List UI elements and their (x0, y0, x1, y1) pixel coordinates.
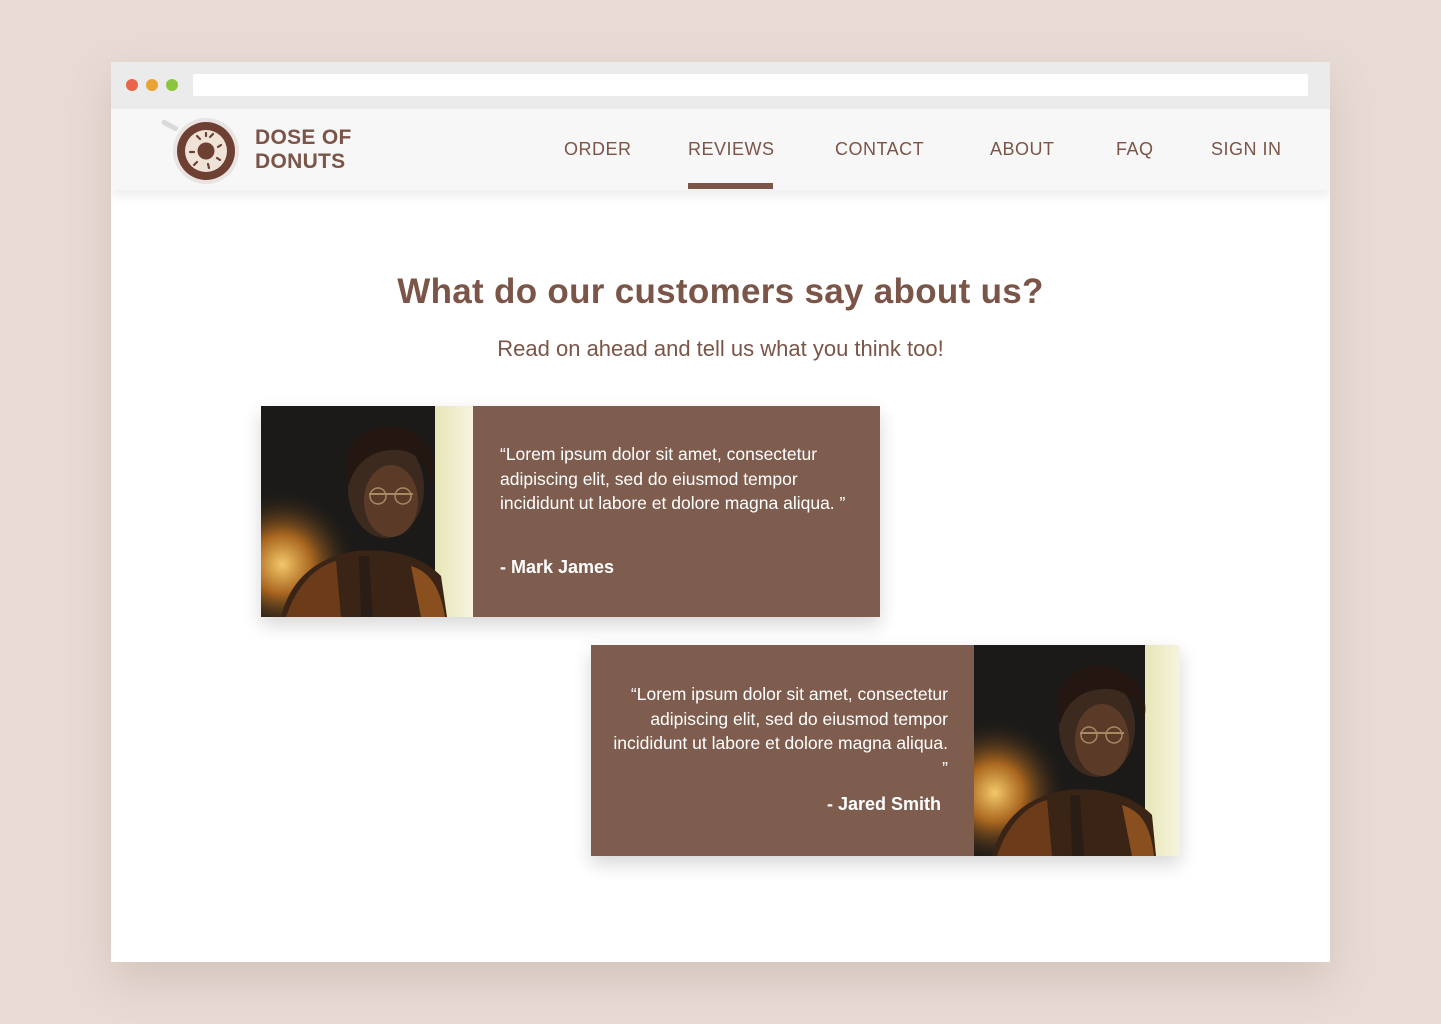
browser-toolbar (111, 62, 1330, 109)
nav-sign-in[interactable]: SIGN IN (1211, 139, 1282, 160)
review-quote: “Lorem ipsum dolor sit amet, consectetur… (613, 684, 948, 778)
review-card: “Lorem ipsum dolor sit amet, consectetur… (261, 406, 880, 617)
address-bar[interactable] (193, 74, 1308, 96)
reviewer-photo (974, 645, 1180, 856)
close-window-button[interactable] (126, 79, 138, 91)
maximize-window-button[interactable] (166, 79, 178, 91)
donut-icon[interactable] (161, 117, 239, 185)
nav-reviews[interactable]: REVIEWS (688, 139, 775, 160)
site-header: DOSE OF DONUTS ORDER REVIEWS CONTACT ABO… (111, 109, 1330, 190)
page-title: What do our customers say about us? (397, 272, 1044, 311)
review-author: - Jared Smith (826, 794, 941, 814)
page-subtitle: Read on ahead and tell us what you think… (497, 336, 944, 361)
brand-line-1: DOSE OF (255, 126, 352, 149)
minimize-window-button[interactable] (146, 79, 158, 91)
nav-contact[interactable]: CONTACT (835, 139, 924, 160)
review-card: “Lorem ipsum dolor sit amet, consectetur… (591, 645, 1180, 856)
active-nav-indicator (688, 183, 773, 189)
nav-faq[interactable]: FAQ (1116, 139, 1154, 160)
nav-about[interactable]: ABOUT (990, 139, 1055, 160)
review-author: - Mark James (500, 557, 615, 577)
nav-order[interactable]: ORDER (564, 139, 632, 160)
brand-line-2: DONUTS (255, 150, 346, 173)
reviewer-photo (261, 406, 473, 617)
browser-window: DOSE OF DONUTS ORDER REVIEWS CONTACT ABO… (111, 62, 1330, 962)
brand-name[interactable]: DOSE OF DONUTS (255, 126, 352, 174)
review-quote: “Lorem ipsum dolor sit amet, consectetur… (500, 444, 846, 513)
